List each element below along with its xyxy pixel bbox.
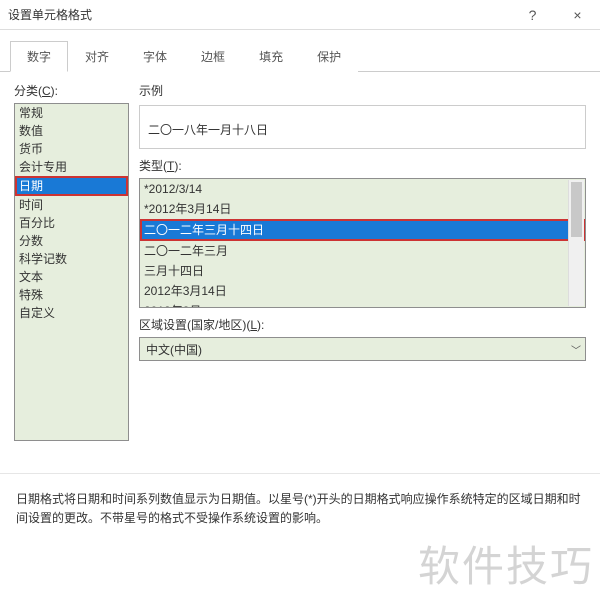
category-column: 分类(C): 常规 数值 货币 会计专用 日期 时间 百分比 分数 科学记数 文… (14, 82, 129, 441)
window-title: 设置单元格格式 (8, 6, 92, 23)
category-label-prefix: 分类( (14, 84, 42, 98)
type-label-suffix: ): (174, 159, 181, 173)
category-item-general[interactable]: 常规 (15, 104, 128, 122)
category-item-percentage[interactable]: 百分比 (15, 214, 128, 232)
locale-section: 区域设置(国家/地区)(L): 中文(中国) ﹀ (139, 316, 586, 361)
category-item-time[interactable]: 时间 (15, 196, 128, 214)
category-label: 分类(C): (14, 82, 129, 99)
close-button[interactable]: × (555, 0, 600, 30)
category-item-date[interactable]: 日期 (15, 176, 128, 196)
tab-strip: 数字 对齐 字体 边框 填充 保护 (0, 30, 600, 72)
locale-label-suffix: ): (257, 318, 264, 332)
category-item-custom[interactable]: 自定义 (15, 304, 128, 322)
category-item-accounting[interactable]: 会计专用 (15, 158, 128, 176)
type-item[interactable]: *2012/3/14 (140, 179, 585, 199)
sample-section: 示例 二〇一八年一月十八日 (139, 82, 586, 149)
type-item-selected[interactable]: 二〇一二年三月十四日 (140, 219, 585, 241)
chevron-down-icon: ﹀ (571, 342, 581, 357)
locale-label: 区域设置(国家/地区)(L): (139, 316, 586, 333)
type-item[interactable]: 2012年3月14日 (140, 281, 585, 301)
category-item-number[interactable]: 数值 (15, 122, 128, 140)
locale-value: 中文(中国) (146, 341, 202, 358)
type-section: 类型(T): *2012/3/14 *2012年3月14日 二〇一二年三月十四日… (139, 157, 586, 308)
sample-label: 示例 (139, 82, 586, 99)
tab-border[interactable]: 边框 (184, 41, 242, 72)
type-item[interactable]: 三月十四日 (140, 261, 585, 281)
tab-font[interactable]: 字体 (126, 41, 184, 72)
category-label-key: C (42, 84, 51, 98)
type-scrollbar[interactable] (568, 180, 584, 306)
locale-label-key: L (250, 318, 257, 332)
sample-value: 二〇一八年一月十八日 (148, 121, 268, 138)
category-item-scientific[interactable]: 科学记数 (15, 250, 128, 268)
type-scrollbar-thumb[interactable] (571, 182, 582, 237)
type-label: 类型(T): (139, 157, 586, 174)
tab-alignment[interactable]: 对齐 (68, 41, 126, 72)
category-item-currency[interactable]: 货币 (15, 140, 128, 158)
type-item[interactable]: 2012年3月 (140, 301, 585, 308)
category-item-fraction[interactable]: 分数 (15, 232, 128, 250)
type-list-wrap: *2012/3/14 *2012年3月14日 二〇一二年三月十四日 二〇一二年三… (139, 178, 586, 308)
titlebar: 设置单元格格式 ? × (0, 0, 600, 30)
tab-protection[interactable]: 保护 (300, 41, 358, 72)
titlebar-controls: ? × (510, 0, 600, 30)
locale-select[interactable]: 中文(中国) ﹀ (139, 337, 586, 361)
type-item[interactable]: 二〇一二年三月 (140, 241, 585, 261)
type-list[interactable]: *2012/3/14 *2012年3月14日 二〇一二年三月十四日 二〇一二年三… (139, 178, 586, 308)
category-list[interactable]: 常规 数值 货币 会计专用 日期 时间 百分比 分数 科学记数 文本 特殊 自定… (14, 103, 129, 441)
tab-number[interactable]: 数字 (10, 41, 68, 72)
type-label-prefix: 类型( (139, 159, 167, 173)
type-item[interactable]: *2012年3月14日 (140, 199, 585, 219)
category-item-text[interactable]: 文本 (15, 268, 128, 286)
category-item-special[interactable]: 特殊 (15, 286, 128, 304)
detail-column: 示例 二〇一八年一月十八日 类型(T): *2012/3/14 *2012年3月… (139, 82, 586, 441)
locale-label-prefix: 区域设置(国家/地区)( (139, 318, 250, 332)
sample-box: 二〇一八年一月十八日 (139, 105, 586, 149)
tab-fill[interactable]: 填充 (242, 41, 300, 72)
category-label-suffix: ): (51, 84, 58, 98)
help-button[interactable]: ? (510, 0, 555, 30)
description-text: 日期格式将日期和时间系列数值显示为日期值。以星号(*)开头的日期格式响应操作系统… (0, 473, 600, 528)
content-area: 分类(C): 常规 数值 货币 会计专用 日期 时间 百分比 分数 科学记数 文… (0, 72, 600, 441)
watermark: 软件技巧 (418, 533, 594, 594)
